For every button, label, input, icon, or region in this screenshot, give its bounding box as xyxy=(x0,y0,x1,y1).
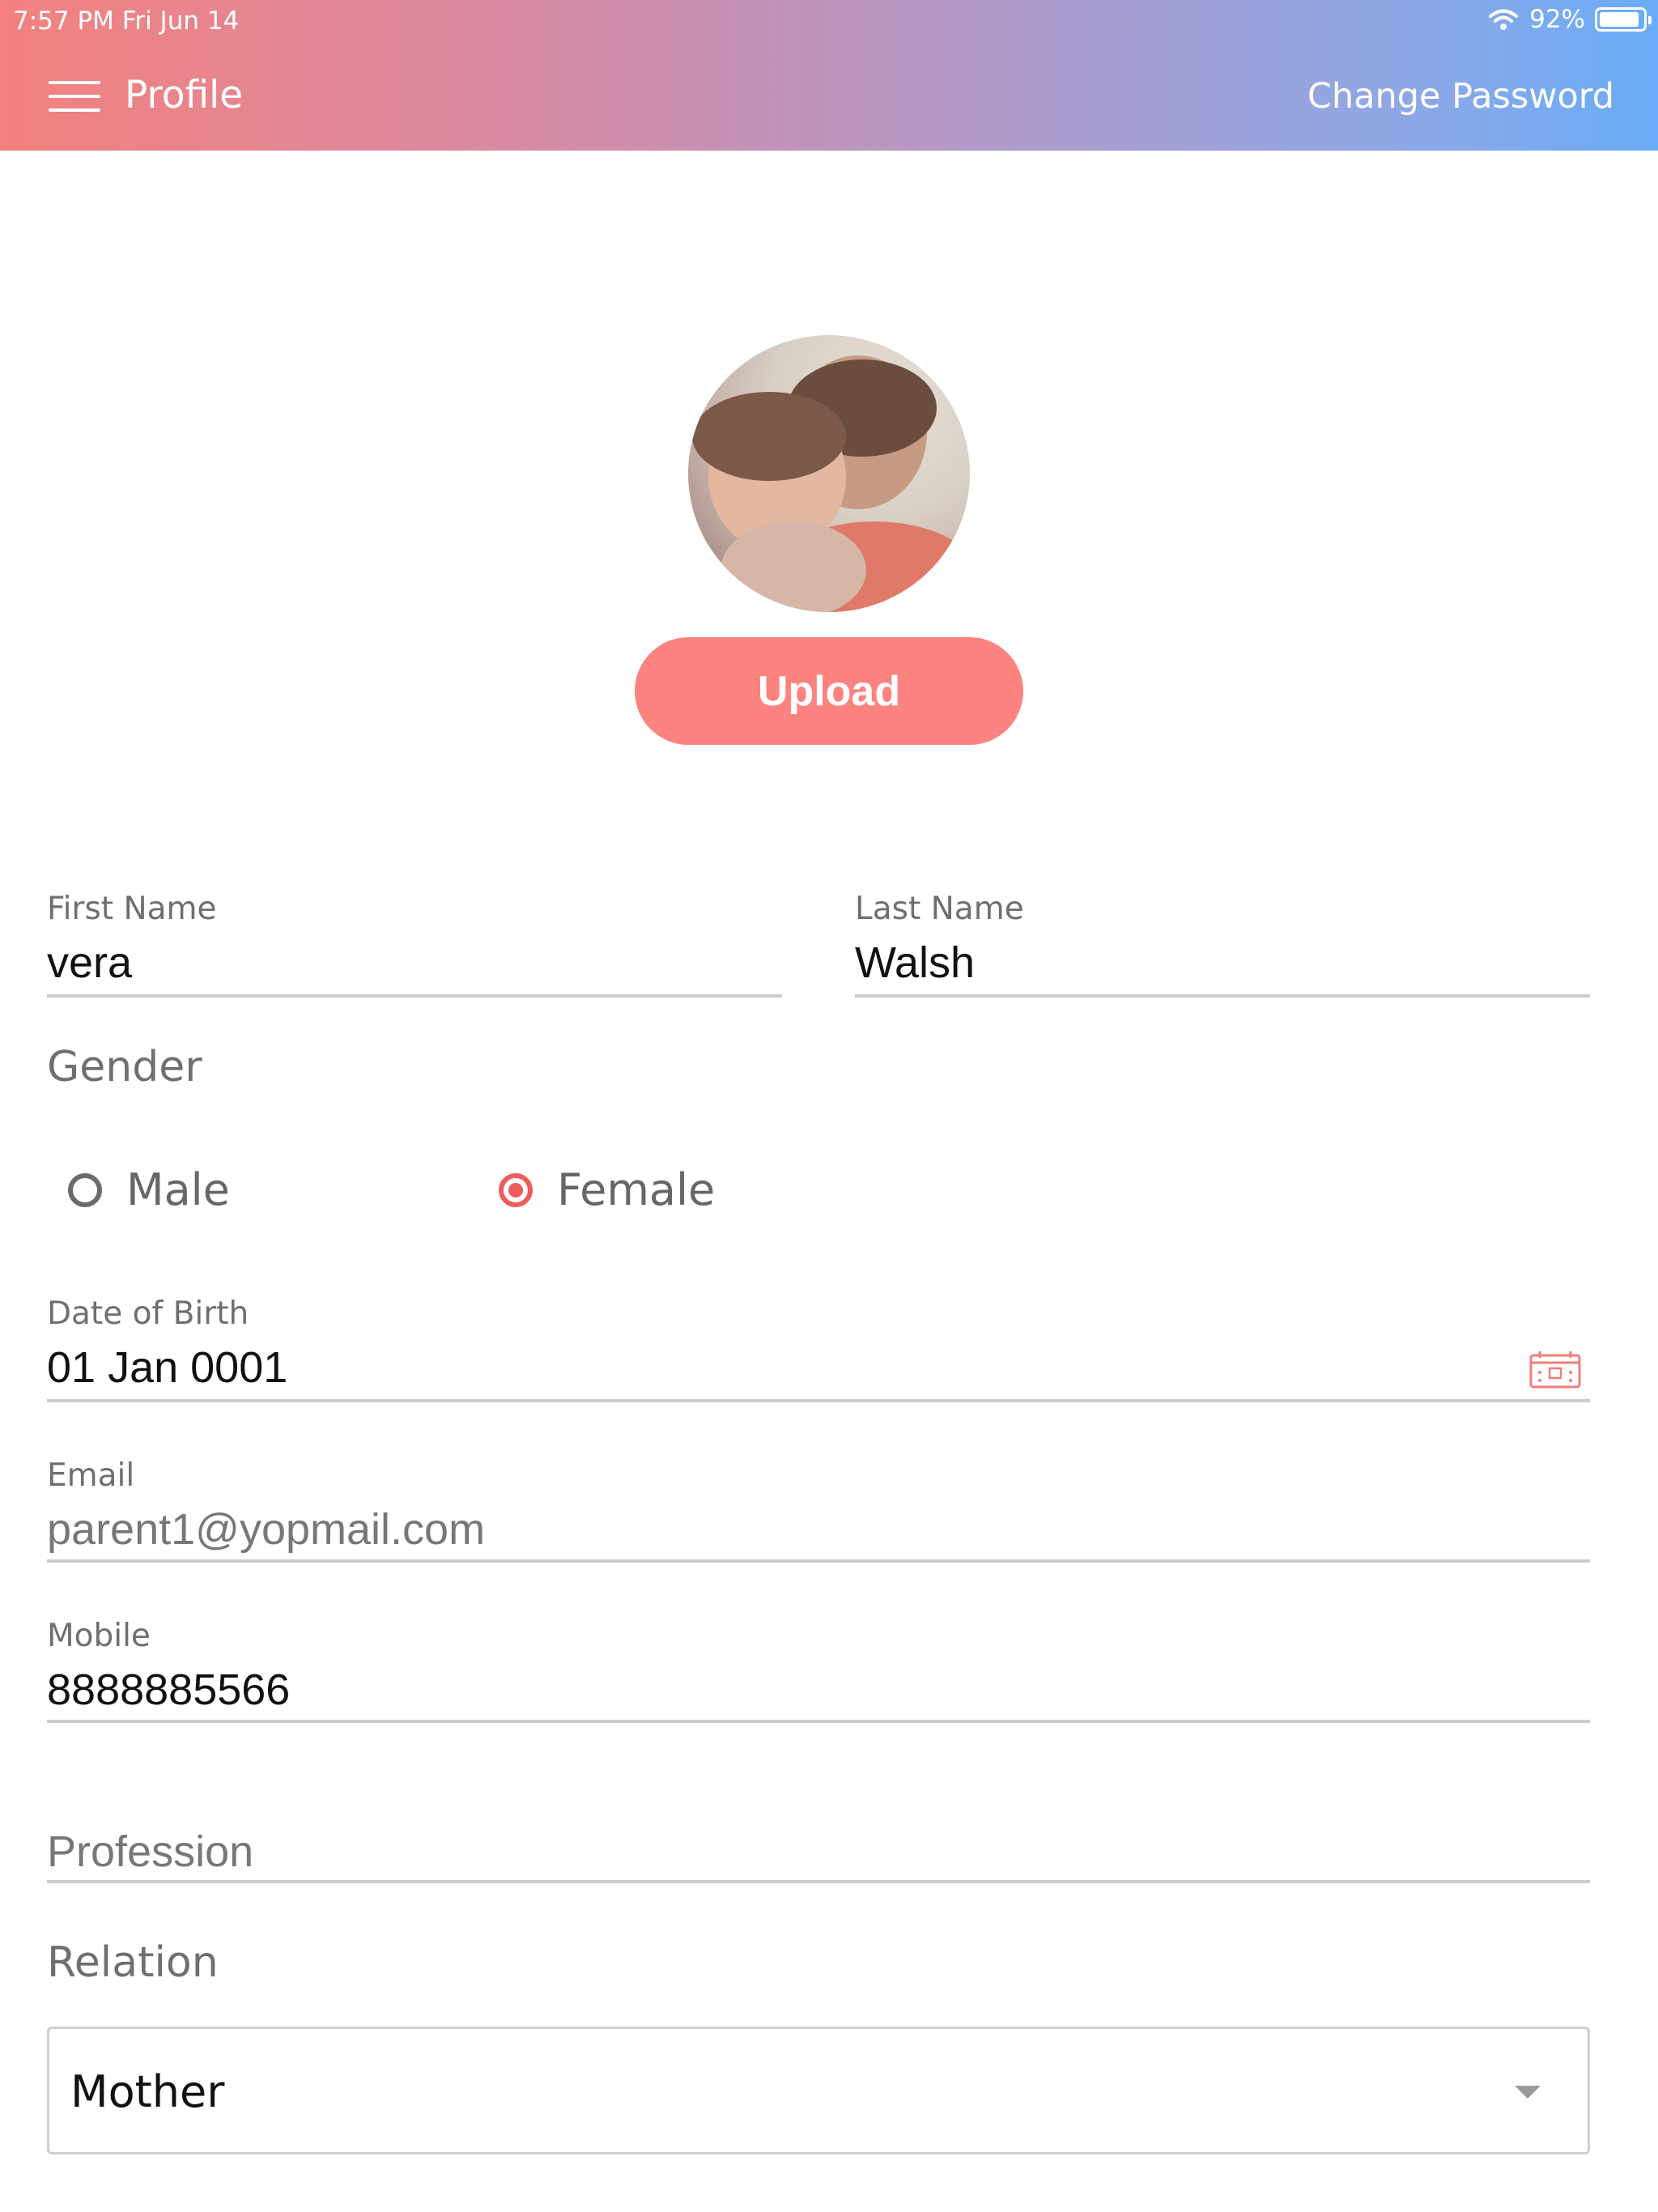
app-header: 7:57 PM Fri Jun 14 92% Profile Change Pa… xyxy=(0,0,1658,151)
email-label: Email xyxy=(47,1457,135,1494)
battery-fill xyxy=(1600,12,1639,27)
chevron-down-icon xyxy=(1515,2086,1541,2099)
relation-select[interactable]: Mother xyxy=(47,2027,1590,2155)
email-underline xyxy=(47,1559,1590,1563)
menu-icon[interactable] xyxy=(49,81,100,113)
relation-selected-value: Mother xyxy=(70,2066,225,2117)
profile-avatar xyxy=(688,335,970,612)
first-name-input[interactable] xyxy=(47,938,776,988)
battery-percent: 92% xyxy=(1529,5,1585,34)
first-name-label: First Name xyxy=(47,891,217,927)
status-time: 7:57 PM Fri Jun 14 xyxy=(13,6,240,36)
calendar-icon[interactable] xyxy=(1528,1351,1582,1389)
status-indicators: 92% xyxy=(1487,5,1652,34)
radio-unselected-icon xyxy=(68,1172,102,1207)
dob-label: Date of Birth xyxy=(47,1295,249,1332)
radio-selected-icon xyxy=(499,1172,533,1207)
gender-label: Gender xyxy=(47,1043,202,1091)
last-name-label: Last Name xyxy=(855,891,1024,927)
mobile-input[interactable] xyxy=(47,1665,1569,1715)
male-label: Male xyxy=(126,1164,230,1215)
dob-input[interactable] xyxy=(47,1342,1423,1393)
dob-underline xyxy=(47,1399,1590,1402)
gender-option-female[interactable]: Female xyxy=(499,1164,715,1215)
upload-button[interactable]: Upload xyxy=(635,637,1023,745)
first-name-underline xyxy=(47,994,782,998)
female-label: Female xyxy=(557,1164,716,1215)
gender-option-male[interactable]: Male xyxy=(68,1164,230,1215)
page-title: Profile xyxy=(125,73,244,117)
mobile-underline xyxy=(47,1720,1590,1723)
last-name-input[interactable] xyxy=(855,938,1584,988)
profession-underline xyxy=(47,1880,1590,1883)
profession-input[interactable] xyxy=(47,1827,1569,1877)
wifi-icon xyxy=(1489,9,1519,30)
relation-label: Relation xyxy=(47,1938,219,1987)
battery-icon xyxy=(1595,7,1652,32)
last-name-underline xyxy=(855,994,1590,998)
avatar-photo xyxy=(692,355,970,612)
change-password-link[interactable]: Change Password xyxy=(1307,76,1614,117)
mobile-label: Mobile xyxy=(47,1618,151,1654)
email-input[interactable] xyxy=(47,1504,1569,1555)
